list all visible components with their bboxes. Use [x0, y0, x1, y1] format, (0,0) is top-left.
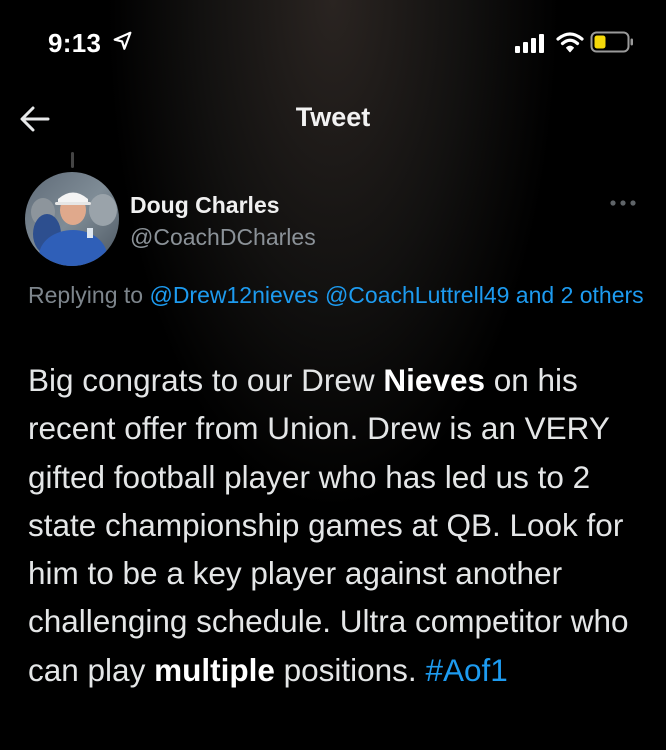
tweet-detail-screen: 9:13 Tweet Doug Charles @CoachDCharles R…: [0, 0, 666, 750]
tweet-bold-nieves: Nieves: [383, 362, 485, 398]
avatar-photo: [25, 172, 119, 266]
tweet-text-part: positions.: [274, 651, 426, 688]
nav-header: Tweet: [0, 92, 666, 144]
battery-low-icon: [590, 31, 633, 53]
reply-others-link[interactable]: 2 others: [561, 282, 644, 308]
cellular-signal-icon: [515, 34, 544, 53]
author-name[interactable]: Doug Charles: [130, 192, 280, 219]
avatar[interactable]: [25, 172, 119, 266]
hashtag-link[interactable]: #Aof1: [425, 652, 507, 688]
tweet-bold-multiple: multiple: [154, 651, 275, 688]
tweet-text-part: Big congrats to our Drew: [28, 362, 384, 398]
replying-prefix: Replying to: [28, 282, 150, 308]
page-title: Tweet: [295, 102, 371, 132]
tweet-text: Big congrats to our Drew Nieves on his r…: [28, 356, 658, 694]
thread-connector-line: [71, 152, 74, 168]
author-handle[interactable]: @CoachDCharles: [130, 224, 316, 251]
wifi-icon: [556, 32, 584, 53]
reply-and-text: and: [509, 282, 561, 308]
replying-to: Replying to @Drew12nieves @CoachLuttrell…: [28, 278, 648, 312]
reply-mention-coachluttrell49[interactable]: @CoachLuttrell49: [325, 282, 509, 308]
tweet-text-part: on his recent offer from Union. Drew is …: [28, 362, 629, 688]
more-dots-icon[interactable]: [608, 196, 638, 210]
status-bar: 9:13: [0, 0, 666, 80]
reply-mention-drew12nieves[interactable]: @Drew12nieves: [149, 282, 318, 308]
location-arrow-icon: [113, 31, 132, 50]
status-time: 9:13: [48, 28, 102, 58]
